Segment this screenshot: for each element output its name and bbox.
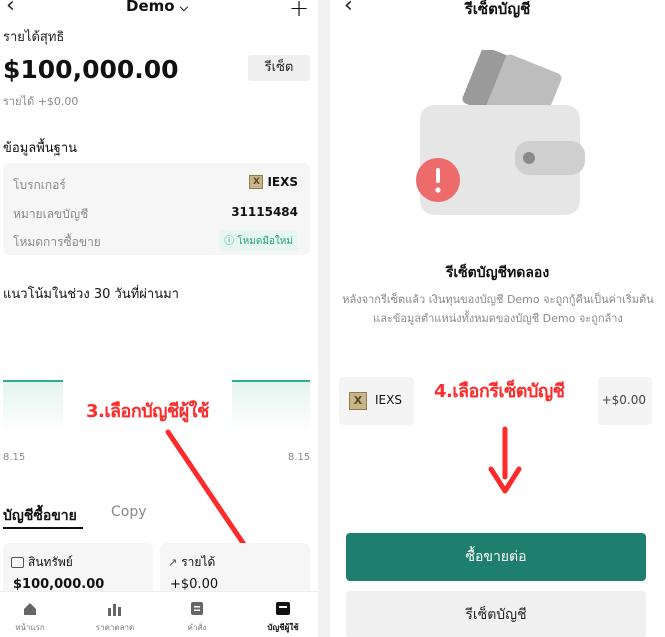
panel-divider: [318, 0, 330, 637]
account-number-label: หมายเลขบัญชี: [13, 207, 89, 221]
home-icon: [24, 603, 36, 615]
nav-account-label: บัญชีผู้ใช้: [267, 623, 299, 632]
annotation-arrow-down-icon: [488, 426, 522, 494]
amount-value: +$0.00: [601, 393, 646, 407]
reset-account-screen: ‹ รีเซ็ตบัญชี รีเซ็ตบัญชีทดลอง หลังจากรี…: [330, 0, 665, 637]
income-label: รายได้: [181, 555, 216, 569]
broker-value: X IEXS: [249, 175, 298, 189]
broker-label: โบรกเกอร์: [13, 178, 66, 192]
broker-chip: X IEXS: [339, 377, 414, 425]
basic-info-title: ข้อมูลพื้นฐาน: [3, 141, 78, 156]
iexs-logo-icon: X: [249, 175, 264, 189]
iexs-logo-icon: X: [349, 392, 367, 410]
chevron-down-icon: ⌵: [179, 1, 189, 14]
account-name: Demo: [126, 0, 175, 15]
account-icon: [276, 602, 290, 615]
chart-x-label-right: 8.15: [288, 452, 311, 463]
nav-orders-label: คำสั่ง: [187, 623, 207, 632]
active-tab-underline: [3, 527, 83, 529]
wallet-warning-icon: [416, 50, 585, 215]
tab-copy[interactable]: Copy: [111, 504, 147, 520]
net-income-label: รายได้สุทธิ: [3, 30, 65, 45]
broker-name: IEXS: [375, 393, 402, 407]
step-4-annotation: 4.เลือกรีเซ็ตบัญชี: [434, 381, 565, 402]
income-change: รายได้ +$0.00: [3, 95, 79, 108]
nav-market-label: ราคาตลาด: [95, 623, 135, 632]
back-chevron-icon[interactable]: ‹: [6, 0, 15, 17]
page-title: รีเซ็ตบัญชี: [464, 0, 531, 18]
nav-orders[interactable]: คำสั่ง: [157, 592, 237, 637]
plus-icon[interactable]: +: [289, 0, 309, 22]
basic-info-box: โบรกเกอร์ X IEXS หมายเลขบัญชี 31115484 โ…: [3, 163, 310, 255]
tab-trading-account[interactable]: บัญชีซื้อขาย: [3, 505, 77, 527]
continue-trading-button[interactable]: ซื้อขายต่อ: [346, 533, 646, 581]
reset-heading: รีเซ็ตบัญชีทดลอง: [445, 265, 550, 281]
account-switcher[interactable]: Demo ⌵: [126, 0, 188, 15]
broker-name: IEXS: [267, 175, 298, 189]
reset-account-button[interactable]: รีเซ็ตบัญชี: [346, 591, 646, 637]
bottom-nav: หน้าแรก ราคาตลาด คำสั่ง บัญชีผู้ใช้: [0, 591, 318, 637]
balance-amount: $100,000.00: [3, 55, 179, 84]
account-number-value: 31115484: [231, 205, 298, 219]
nav-market[interactable]: ราคาตลาด: [75, 592, 155, 637]
reset-button[interactable]: รีเซ็ต: [248, 55, 310, 81]
info-circle-icon: ⓘ: [224, 236, 235, 247]
chart-area-left: [3, 382, 63, 432]
amount-chip: +$0.00: [598, 377, 652, 425]
account-screen: ‹ Demo ⌵ + รายได้สุทธิ $100,000.00 รีเซ็…: [0, 0, 318, 637]
chart-x-label-left: 8.15: [3, 452, 26, 463]
trading-mode-badge: ⓘ โหมดมือใหม่: [219, 230, 298, 251]
trend-line-icon: ↗: [168, 556, 178, 569]
assets-value: $100,000.00: [13, 577, 105, 592]
trend-title: แนวโน้มในช่วง 30 วันที่ผ่านมา: [3, 287, 179, 302]
trading-mode-label: โหมดการซื้อขาย: [13, 235, 101, 249]
assets-label: สินทรัพย์: [28, 555, 73, 569]
reset-description: หลังจากรีเซ็ตแล้ว เงินทุนของบัญชี Demo จ…: [342, 293, 654, 325]
nav-home[interactable]: หน้าแรก: [0, 592, 70, 637]
nav-account[interactable]: บัญชีผู้ใช้: [243, 592, 318, 637]
trading-mode-value: โหมดมือใหม่: [237, 236, 293, 247]
wallet-icon: [11, 557, 24, 568]
nav-home-label: หน้าแรก: [15, 623, 45, 632]
bar-chart-icon: [108, 604, 121, 616]
orders-icon: [191, 602, 203, 615]
income-value: +$0.00: [170, 577, 219, 592]
